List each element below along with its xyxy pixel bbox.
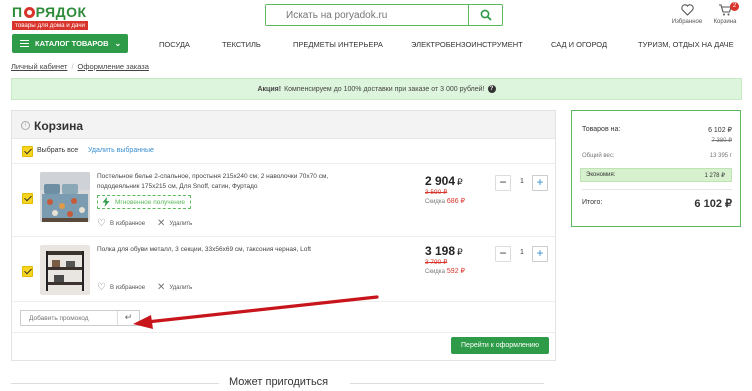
delete-item-button[interactable]: ✕ Удалить bbox=[157, 283, 192, 293]
breadcrumb-account[interactable]: Личный кабинет bbox=[11, 62, 67, 71]
promo-code-input[interactable] bbox=[21, 311, 117, 325]
delete-action-label: Удалить bbox=[169, 285, 193, 291]
delete-item-button[interactable]: ✕ Удалить bbox=[157, 219, 192, 229]
recommendations-title: Может пригодиться bbox=[229, 376, 329, 388]
cart-link[interactable]: 2 Корзина bbox=[705, 2, 745, 28]
cart-count-badge: 2 bbox=[730, 2, 739, 11]
close-icon: ✕ bbox=[157, 282, 166, 293]
goods-old-value: 7 380 ₽ bbox=[711, 138, 733, 144]
summary-goods-row: Товаров на: 6 102 ₽ bbox=[582, 126, 732, 134]
summary-divider bbox=[582, 189, 732, 190]
nav-item-posuda[interactable]: ПОСУДА bbox=[159, 40, 190, 49]
nav-item-textile[interactable]: ТЕКСТИЛЬ bbox=[222, 40, 261, 49]
nav-item-garden[interactable]: САД И ОГОРОД bbox=[551, 40, 607, 49]
qty-value[interactable]: 1 bbox=[515, 178, 529, 185]
item-title[interactable]: Полка для обуви металл, 3 секции, 33x56x… bbox=[97, 245, 337, 255]
cart-item: Постельное белье 2-спальное, простыня 21… bbox=[12, 165, 555, 237]
recommendations-heading: Может пригодиться bbox=[0, 375, 544, 391]
add-to-favorites-button[interactable]: ♡ В избранное bbox=[97, 283, 145, 293]
promo-text: Компенсируем до 100% доставки при заказе… bbox=[284, 85, 485, 93]
heart-icon: ♡ bbox=[97, 282, 106, 293]
summary-economy-row: Экономия: 1 278 ₽ bbox=[580, 168, 732, 182]
cart-item: Полка для обуви металл, 3 секции, 33x56x… bbox=[12, 238, 555, 302]
item-discount: Скидка 686 ₽ bbox=[425, 198, 465, 205]
search-bar bbox=[265, 4, 503, 26]
instant-pickup-badge: Мгновенное получение bbox=[97, 195, 192, 209]
divider bbox=[350, 383, 544, 384]
catalog-button[interactable]: КАТАЛОГ ТОВАРОВ ⌄ bbox=[12, 34, 128, 53]
qty-decrease-button[interactable]: − bbox=[495, 175, 511, 191]
item-price: 3 198 ₽ bbox=[425, 244, 463, 258]
item-title[interactable]: Постельное белье 2-спальное, простыня 21… bbox=[97, 172, 337, 191]
item-checkbox[interactable] bbox=[22, 193, 33, 204]
lightning-icon bbox=[102, 197, 110, 207]
select-all-label[interactable]: Выбрать все bbox=[37, 147, 78, 154]
breadcrumb-separator: / bbox=[71, 62, 74, 71]
select-all-checkbox[interactable] bbox=[22, 146, 33, 157]
item-old-price: 3 590 ₽ bbox=[425, 189, 448, 196]
add-to-favorites-button[interactable]: ♡ В избранное bbox=[97, 219, 145, 229]
promo-code-row: ↵ bbox=[12, 303, 555, 333]
search-icon bbox=[480, 9, 492, 21]
weight-label: Общий вес: bbox=[582, 153, 615, 159]
chevron-down-icon: ⌄ bbox=[114, 39, 122, 48]
nav-item-tools[interactable]: ЭЛЕКТРОБЕНЗОИНСТРУМЕНТ bbox=[411, 40, 523, 49]
favorites-link[interactable]: Избранное bbox=[667, 4, 707, 28]
nav-item-interior[interactable]: ПРЕДМЕТЫ ИНТЕРЬЕРА bbox=[293, 40, 383, 49]
logo-tagline: товары для дома и дачи bbox=[12, 21, 88, 30]
logo-text: П РЯДОК bbox=[12, 4, 87, 20]
help-icon[interactable]: ? bbox=[487, 85, 496, 93]
qty-increase-button[interactable]: + bbox=[532, 246, 548, 262]
favorites-action-label: В избранное bbox=[109, 285, 146, 291]
total-label: Итого: bbox=[582, 199, 603, 206]
search-button[interactable] bbox=[468, 5, 502, 25]
promo-code-field: ↵ bbox=[20, 310, 140, 326]
summary-total-row: Итого: 6 102 ₽ bbox=[582, 198, 732, 210]
cart-title: Корзина bbox=[34, 119, 84, 133]
summary-weight-row: Общий вес: 13 395 г bbox=[582, 153, 732, 159]
checkout-button[interactable]: Перейти к оформлению bbox=[451, 337, 549, 354]
divider bbox=[11, 383, 219, 384]
menu-icon bbox=[20, 38, 29, 49]
info-icon: i bbox=[21, 121, 30, 130]
catalog-label: КАТАЛОГ ТОВАРОВ bbox=[35, 39, 109, 48]
goods-label: Товаров на: bbox=[582, 126, 621, 133]
logo-ring-icon bbox=[23, 7, 35, 18]
heart-icon: ♡ bbox=[97, 218, 106, 229]
item-checkbox[interactable] bbox=[22, 266, 33, 277]
promo-banner: Акция! Компенсируем до 100% доставки при… bbox=[11, 78, 742, 100]
close-icon: ✕ bbox=[157, 218, 166, 229]
economy-label: Экономия: bbox=[586, 172, 616, 178]
heart-icon bbox=[680, 4, 694, 16]
enter-icon[interactable]: ↵ bbox=[117, 311, 139, 325]
delete-action-label: Удалить bbox=[169, 221, 193, 227]
product-image-bedding[interactable] bbox=[40, 172, 90, 222]
qty-decrease-button[interactable]: − bbox=[495, 246, 511, 262]
favorites-label: Избранное bbox=[671, 19, 703, 25]
breadcrumb-checkout[interactable]: Оформление заказа bbox=[78, 62, 149, 71]
instant-pickup-label: Мгновенное получение bbox=[115, 198, 186, 206]
item-discount: Скидка 592 ₽ bbox=[425, 268, 465, 275]
favorites-action-label: В избранное bbox=[109, 221, 146, 227]
weight-value: 13 395 г bbox=[709, 153, 732, 159]
product-image-shoe-rack[interactable] bbox=[40, 245, 90, 295]
order-summary: Товаров на: 6 102 ₽ 7 380 ₽ Общий вес: 1… bbox=[571, 110, 741, 227]
nav-item-tourism[interactable]: ТУРИЗМ, ОТДЫХ НА ДАЧЕ bbox=[638, 40, 734, 49]
promo-bold: Акция! bbox=[257, 85, 282, 93]
search-input[interactable] bbox=[266, 5, 470, 25]
goods-value: 6 102 ₽ bbox=[708, 127, 732, 134]
qty-increase-button[interactable]: + bbox=[532, 175, 548, 191]
delete-selected-link[interactable]: Удалить выбранные bbox=[88, 147, 154, 154]
economy-value: 1 278 ₽ bbox=[704, 173, 726, 179]
cart-panel: i Корзина Выбрать все Удалить выбранные … bbox=[11, 110, 556, 361]
select-all-row: Выбрать все Удалить выбранные bbox=[12, 139, 555, 164]
total-value: 6 102 ₽ bbox=[694, 198, 732, 210]
cart-header: i Корзина bbox=[12, 111, 555, 139]
item-old-price: 3 790 ₽ bbox=[425, 259, 448, 266]
breadcrumb: Личный кабинет / Оформление заказа bbox=[11, 62, 149, 71]
cart-label: Корзина bbox=[713, 19, 737, 25]
site-logo[interactable]: П РЯДОК товары для дома и дачи bbox=[12, 4, 102, 32]
item-price: 2 904 ₽ bbox=[425, 174, 463, 188]
qty-value[interactable]: 1 bbox=[515, 249, 529, 256]
